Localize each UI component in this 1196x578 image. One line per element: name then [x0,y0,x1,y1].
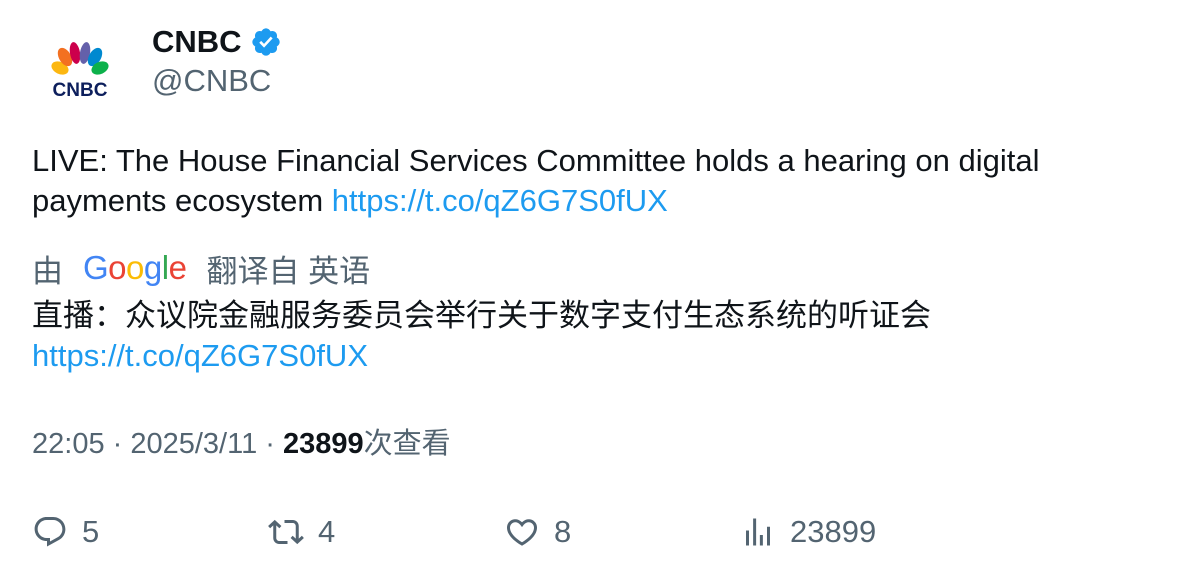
heart-icon [506,519,538,546]
retweet-button[interactable]: 4 [268,510,335,554]
views-button[interactable]: 23899 [740,510,876,554]
author-display-name[interactable]: CNBC [152,24,242,60]
tweet-card: CNBC CNBC @CNBC LIVE: The House Financia… [0,0,1196,578]
reply-count: 5 [82,514,100,549]
translated-tweet-text: 直播：众议院金融服务委员会举行关于数字支付生态系统的听证会 https://t.… [32,296,1152,376]
translated-tweet-link[interactable]: https://t.co/qZ6G7S0fUX [32,338,368,373]
author-avatar[interactable]: CNBC [32,24,128,120]
translation-attribution: 由 Google 翻译自 英语 [32,248,371,289]
views-label: 次查看 [363,428,451,460]
meta-separator-2: · [257,428,284,460]
views-count: 23899 [283,428,364,460]
avatar-logo-text: CNBC [53,80,108,101]
action-bar: 5 4 8 23899 [32,510,1164,554]
like-count: 8 [554,514,572,549]
author-handle[interactable]: @CNBC [152,63,271,99]
google-logo-icon[interactable]: Google [83,249,187,287]
views-action-count: 23899 [790,514,877,549]
tweet-text: LIVE: The House Financial Services Commi… [32,141,1152,221]
tweet-meta: 22:05 · 2025/3/11 · 23899次查看 [32,424,451,464]
reply-button[interactable]: 5 [32,510,99,554]
analytics-bar-icon [746,518,770,546]
meta-separator: · [104,428,131,460]
translated-body-text: 直播：众议院金融服务委员会举行关于数字支付生态系统的听证会 [32,298,931,333]
tweet-link[interactable]: https://t.co/qZ6G7S0fUX [332,183,668,218]
tweet-date[interactable]: 2025/3/11 [130,428,257,460]
retweet-count: 4 [318,514,336,549]
verified-badge-icon [250,26,282,58]
retweet-icon [268,519,304,545]
like-button[interactable]: 8 [504,510,571,554]
cnbc-peacock-logo-icon: CNBC [51,42,109,101]
translated-from-label: 翻译自 英语 [206,253,371,289]
translated-by-prefix: 由 [32,253,63,289]
author-name-row: CNBC [152,22,282,62]
reply-icon [34,517,66,547]
tweet-time[interactable]: 22:05 [32,428,105,460]
